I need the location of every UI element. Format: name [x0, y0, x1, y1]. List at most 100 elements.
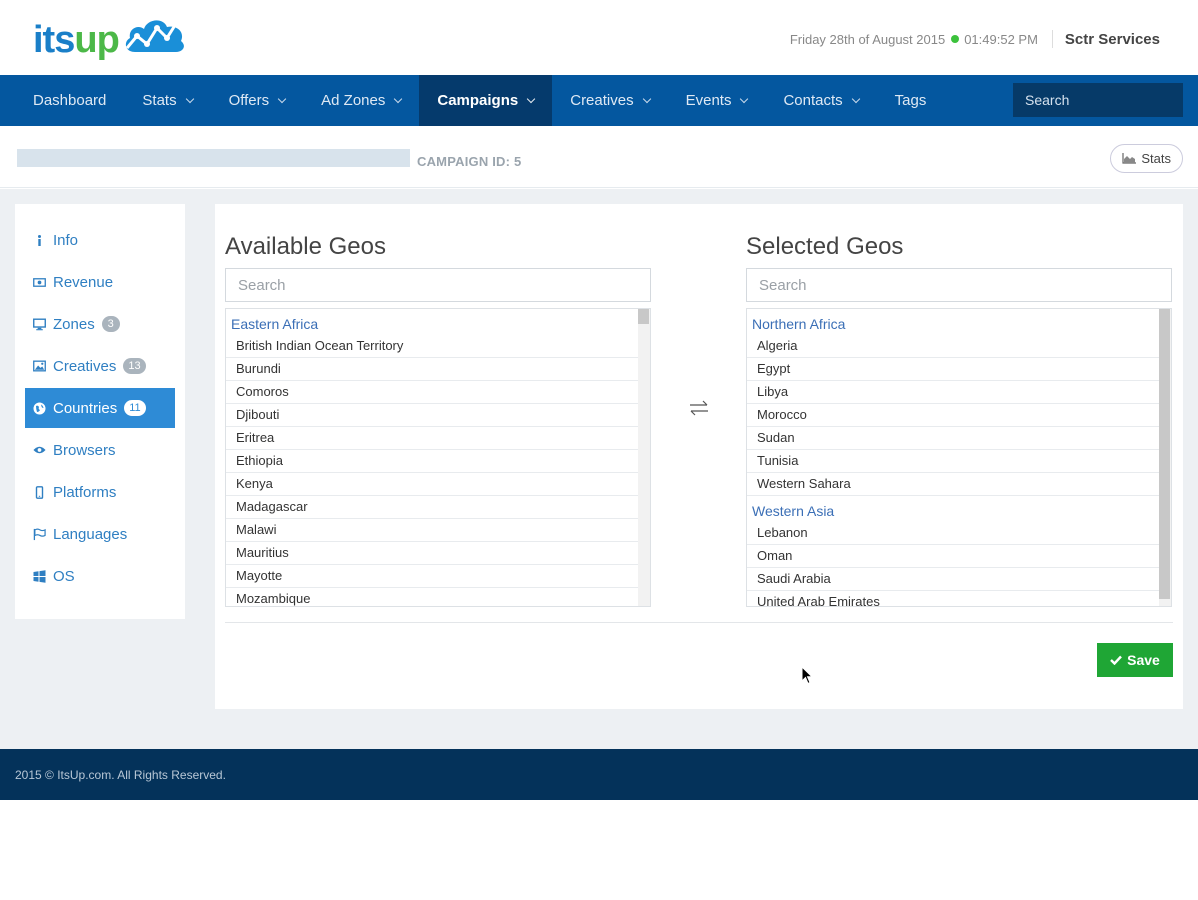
geo-list-item[interactable]: Kenya [226, 473, 638, 496]
geo-list-item[interactable]: Ethiopia [226, 450, 638, 473]
selected-geos-title: Selected Geos [746, 233, 904, 260]
sidebar-item-zones[interactable]: Zones 3 [25, 304, 175, 344]
sidebar-item-label: Countries [53, 399, 118, 417]
sidebar-item-revenue[interactable]: Revenue [25, 262, 175, 302]
geo-list-item[interactable]: Egypt [747, 358, 1159, 381]
swap-arrows-icon[interactable] [687, 400, 711, 416]
save-button-label: Save [1127, 652, 1160, 668]
footer-copyright: 2015 © ItsUp.com. All Rights Reserved. [15, 768, 226, 782]
nav-item-label: Creatives [570, 92, 634, 109]
current-time: 01:49:52 PM [964, 31, 1038, 47]
nav-campaigns[interactable]: Campaigns [419, 75, 553, 126]
user-menu[interactable]: Sctr Services [1065, 31, 1160, 48]
geo-list-item[interactable]: Libya [747, 381, 1159, 404]
campaign-sidebar: Info Revenue Zones 3 Creatives 13 Countries 11 B… [15, 204, 185, 619]
sidebar-item-label: OS [53, 567, 75, 585]
geo-list-item[interactable]: United Arab Emirates [747, 591, 1159, 606]
geo-group-label[interactable]: Northern Africa [747, 313, 1171, 335]
geo-list-item[interactable]: Mozambique [226, 588, 638, 606]
sidebar-item-browsers[interactable]: Browsers [25, 430, 175, 470]
nav-offers[interactable]: Offers [211, 75, 304, 126]
nav-tags[interactable]: Tags [877, 75, 945, 126]
desktop-icon [33, 318, 46, 331]
geo-list-item[interactable]: British Indian Ocean Territory [226, 335, 638, 358]
stats-button[interactable]: Stats [1110, 144, 1183, 173]
selected-geos-list[interactable]: Northern Africa Algeria Egypt Libya Morocco S… [746, 308, 1172, 607]
sidebar-item-countries[interactable]: Countries 11 [25, 388, 175, 428]
geo-list-item[interactable]: Burundi [226, 358, 638, 381]
header-status: Friday 28th of August 2015 01:49:52 PM S… [790, 30, 1160, 48]
nav-dashboard[interactable]: Dashboard [15, 75, 124, 126]
available-scroll-thumb[interactable] [638, 309, 649, 324]
nav-item-label: Tags [894, 92, 927, 109]
footer: 2015 © ItsUp.com. All Rights Reserved. [0, 749, 1198, 800]
globe-icon [33, 402, 46, 415]
selected-scrollbar[interactable] [1159, 309, 1171, 606]
available-geos-search[interactable] [225, 268, 651, 302]
chevron-down-icon [851, 94, 860, 103]
geo-list-item[interactable]: Madagascar [226, 496, 638, 519]
geo-list-item[interactable]: Saudi Arabia [747, 568, 1159, 591]
available-geos-list[interactable]: Eastern Africa British Indian Ocean Terri… [225, 308, 651, 607]
geo-list-item[interactable]: Lebanon [747, 522, 1159, 545]
panel-divider [225, 622, 1173, 623]
money-icon [33, 276, 46, 289]
campaign-name-placeholder [17, 149, 410, 167]
geo-list-item[interactable]: Oman [747, 545, 1159, 568]
sidebar-item-platforms[interactable]: Platforms [25, 472, 175, 512]
chevron-down-icon [740, 94, 749, 103]
geo-list-item[interactable]: Algeria [747, 335, 1159, 358]
nav-item-label: Ad Zones [321, 92, 386, 109]
windows-icon [33, 569, 46, 583]
chevron-down-icon [394, 94, 403, 103]
chevron-down-icon [185, 94, 194, 103]
sidebar-item-label: Browsers [53, 441, 116, 459]
sidebar-item-os[interactable]: OS [25, 556, 175, 596]
geo-list-item[interactable]: Mauritius [226, 542, 638, 565]
campaign-id: CAMPAIGN ID: 5 [417, 154, 522, 169]
save-button[interactable]: Save [1097, 643, 1173, 677]
sidebar-item-creatives[interactable]: Creatives 13 [25, 346, 175, 386]
geo-group-label[interactable]: Eastern Africa [226, 313, 650, 335]
current-date: Friday 28th of August 2015 [789, 31, 946, 47]
logo-wordmark: itsup [33, 19, 120, 61]
eye-icon [33, 444, 46, 457]
cloud-chart-icon [125, 19, 184, 52]
nav-item-label: Stats [142, 92, 177, 109]
area-chart-icon [1122, 153, 1137, 164]
sidebar-item-label: Zones [53, 315, 95, 333]
geo-list-item[interactable]: Eritrea [226, 427, 638, 450]
nav-item-label: Events [685, 92, 732, 109]
header-divider [1051, 30, 1053, 48]
geo-list-item[interactable]: Sudan [747, 427, 1159, 450]
geo-list-item[interactable]: Mayotte [226, 565, 638, 588]
chevron-down-icon [642, 94, 651, 103]
chevron-down-icon [526, 94, 536, 103]
nav-stats[interactable]: Stats [124, 75, 210, 126]
count-badge: 3 [101, 316, 120, 332]
nav-contacts[interactable]: Contacts [765, 75, 876, 126]
geo-list-item[interactable]: Tunisia [747, 450, 1159, 473]
nav-creatives[interactable]: Creatives [552, 75, 667, 126]
available-scrollbar[interactable] [638, 309, 650, 606]
nav-item-label: Contacts [783, 92, 843, 109]
nav-item-label: Dashboard [33, 92, 107, 109]
count-badge: 11 [124, 400, 146, 416]
geo-list-item[interactable]: Malawi [226, 519, 638, 542]
nav-search-input[interactable] [1013, 83, 1183, 117]
itsup-logo[interactable]: itsup [33, 14, 188, 66]
sidebar-item-info[interactable]: Info [25, 220, 175, 260]
geo-list-item[interactable]: Western Sahara [747, 473, 1159, 496]
nav-ad-zones[interactable]: Ad Zones [303, 75, 419, 126]
sidebar-item-languages[interactable]: Languages [25, 514, 175, 554]
geo-list-item[interactable]: Djibouti [226, 404, 638, 427]
selected-scroll-thumb[interactable] [1159, 309, 1170, 599]
selected-geos-search[interactable] [746, 268, 1172, 302]
geo-group-label[interactable]: Western Asia [747, 500, 1171, 522]
geo-list-item[interactable]: Comoros [226, 381, 638, 404]
count-badge: 13 [123, 358, 146, 374]
nav-events[interactable]: Events [668, 75, 766, 126]
geo-list-item[interactable]: Morocco [747, 404, 1159, 427]
stats-button-label: Stats [1141, 151, 1171, 166]
image-icon [33, 360, 46, 373]
